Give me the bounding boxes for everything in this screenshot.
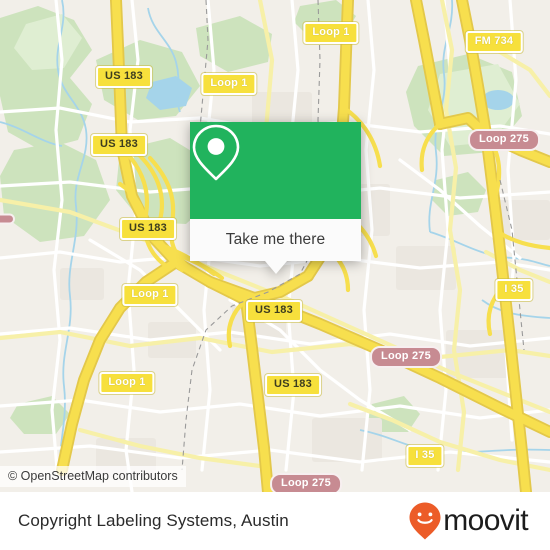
shield-i-35-bottom: I 35 [406, 445, 444, 467]
moovit-logo[interactable]: moovit [408, 501, 529, 541]
take-me-there-label: Take me there [225, 231, 326, 248]
shield-loop-275-mid: Loop 275 [370, 346, 442, 368]
shield-loop-275-tr: Loop 275 [468, 129, 540, 151]
shield-edge-clipped [0, 213, 15, 225]
bottom-bar: Copyright Labeling Systems, Austin moovi… [0, 492, 550, 550]
shield-us-183-mid: US 183 [120, 218, 176, 240]
shield-us-183-tl: US 183 [96, 66, 152, 88]
popup-pointer-tail [264, 261, 287, 274]
shield-i-35-right: I 35 [495, 279, 533, 301]
shield-us-183-lower: US 183 [265, 374, 321, 396]
shield-loop-1-lower: Loop 1 [99, 372, 155, 394]
place-title: Copyright Labeling Systems, Austin [18, 511, 289, 530]
shield-us-183-center: US 183 [246, 300, 302, 322]
shield-fm-734: FM 734 [465, 31, 523, 53]
shield-loop-1-upper: Loop 1 [201, 73, 257, 95]
take-me-there-button[interactable]: Take me there [190, 219, 361, 261]
shield-loop-1-mid: Loop 1 [122, 284, 178, 306]
shield-us-183-left: US 183 [91, 134, 147, 156]
location-popup-card[interactable]: Take me there [190, 122, 361, 274]
shield-loop-275-btm: Loop 275 [270, 473, 342, 492]
map-canvas[interactable]: Loop 1 FM 734 US 183 Loop 1 Loop 275 US … [0, 0, 550, 492]
map-pin-icon [192, 124, 240, 181]
moovit-wordmark: moovit [443, 504, 528, 537]
shield-loop-1-top: Loop 1 [303, 22, 359, 44]
osm-attribution[interactable]: © OpenStreetMap contributors [0, 466, 186, 487]
popup-image-area [190, 122, 361, 219]
moovit-pin-icon [409, 502, 441, 540]
moovit-map-screen: Loop 1 FM 734 US 183 Loop 1 Loop 275 US … [0, 0, 550, 550]
